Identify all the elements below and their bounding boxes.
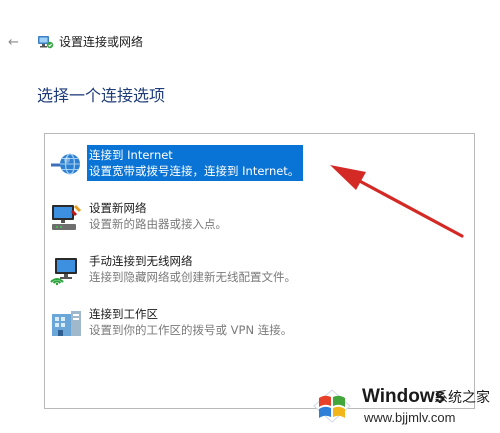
option-description: 设置宽带或拨号连接，连接到 Internet。 (89, 164, 300, 178)
option-text: 手动连接到无线网络 连接到隐藏网络或创建新无线配置文件。 (87, 251, 300, 287)
windows-logo-icon (313, 389, 351, 423)
wireless-monitor-icon (50, 258, 77, 286)
watermark-site-name: 系统之家 (434, 390, 490, 406)
option-description: 设置新的路由器或接入点。 (89, 217, 227, 231)
watermark-brand: Windows (362, 386, 446, 407)
workplace-vpn-icon (52, 311, 81, 336)
network-setup-icon (38, 36, 54, 49)
option-label: 连接到工作区 (89, 307, 158, 321)
window-title: 设置连接或网络 (59, 35, 144, 49)
site-watermark: Windows 系统之家 www.bjjmlv.com (308, 380, 500, 433)
page-heading: 选择一个连接选项 (37, 86, 166, 105)
option-description: 连接到隐藏网络或创建新无线配置文件。 (89, 270, 296, 284)
option-label: 手动连接到无线网络 (89, 254, 193, 268)
option-label: 设置新网络 (89, 201, 147, 215)
option-label: 连接到 Internet (89, 148, 173, 162)
annotation-arrow-icon (330, 165, 464, 238)
watermark-url: www.bjjmlv.com (364, 410, 456, 425)
option-text: 设置新网络 设置新的路由器或接入点。 (87, 198, 231, 234)
back-button[interactable]: ← (8, 36, 19, 50)
option-text: 连接到 Internet 设置宽带或拨号连接，连接到 Internet。 (87, 145, 304, 181)
router-setup-icon (52, 204, 82, 230)
option-description: 设置到你的工作区的拨号或 VPN 连接。 (89, 323, 293, 337)
option-text: 连接到工作区 设置到你的工作区的拨号或 VPN 连接。 (87, 304, 296, 340)
globe-internet-icon (51, 153, 80, 175)
